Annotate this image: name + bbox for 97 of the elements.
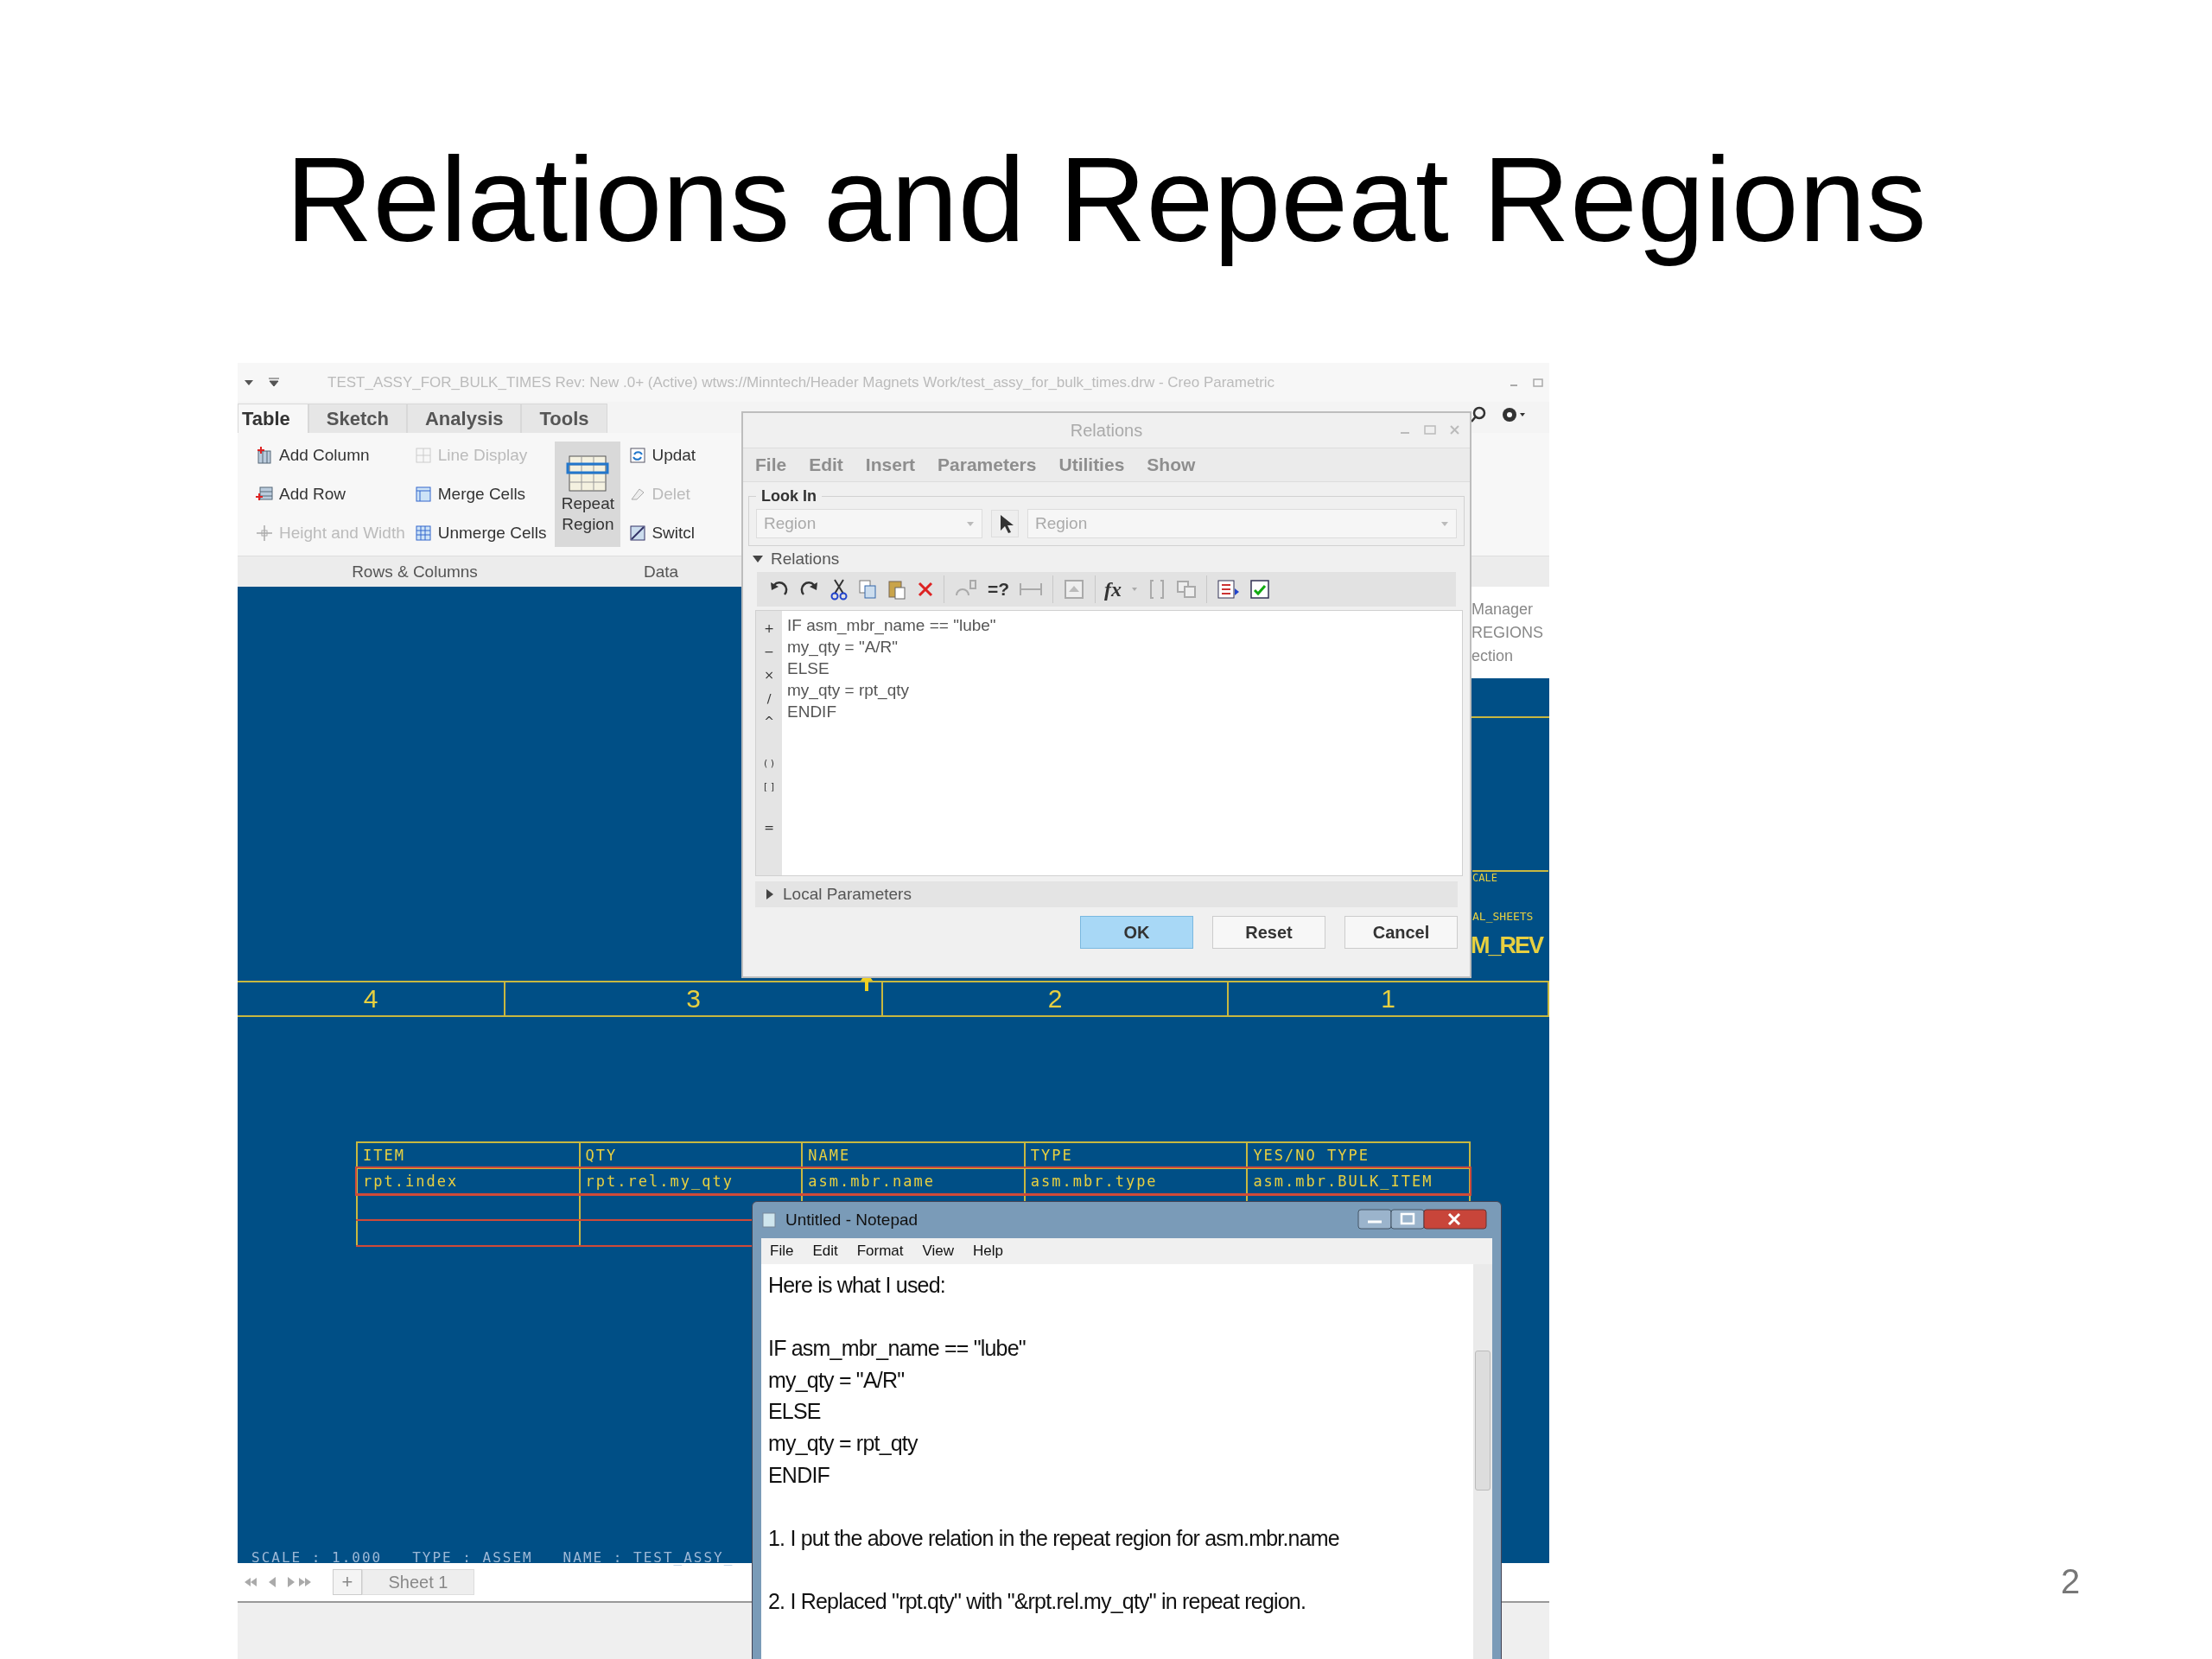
code-line: my_qty = rpt_qty	[787, 680, 910, 701]
switch-table-icon	[629, 524, 647, 542]
function-button[interactable]: fx	[1104, 577, 1122, 601]
ribbon-button[interactable]: Switcl	[629, 523, 704, 543]
operator-button[interactable]: −	[759, 639, 779, 663]
search-icon[interactable]	[1470, 406, 1487, 423]
drawing-note: SCALE : 1.000 TYPE : ASSEM NAME : TEST_ASSY_	[251, 1551, 734, 1565]
delete-icon[interactable]	[916, 580, 935, 599]
group-label: Rows & Columns	[351, 562, 479, 582]
ok-button[interactable]: OK	[1080, 916, 1193, 949]
section-header[interactable]: Local Parameters	[755, 881, 1458, 907]
dropdown-icon[interactable]	[243, 378, 255, 387]
zone-number: 2	[883, 982, 1229, 1015]
zone-number: 4	[238, 982, 505, 1015]
code-line: IF asm_mbr_name == "lube"	[787, 615, 997, 636]
text-line: Here is what I used:	[768, 1272, 946, 1299]
triangle-icon	[752, 554, 764, 564]
ribbon-tab[interactable]: Sketch	[308, 404, 407, 433]
group-label: Look In	[760, 487, 817, 505]
menu-item[interactable]: File	[770, 1243, 794, 1260]
text-line: my_qty = "A/R"	[768, 1366, 906, 1394]
text-line: my_qty = rpt_qty	[768, 1429, 919, 1457]
ribbon-tab[interactable]: Tools	[521, 404, 607, 433]
caret-icon	[966, 520, 975, 527]
table-icon	[413, 523, 433, 543]
ribbon-button[interactable]: Unmerge Cells	[413, 523, 547, 543]
paste-icon[interactable]	[887, 578, 907, 601]
window-title: Untitled - Notepad	[785, 1211, 919, 1230]
code-line: ENDIF	[787, 702, 837, 722]
zone-number: 1	[1229, 982, 1549, 1015]
window-title: TEST_ASSY_FOR_BULK_TIMES Rev: New .0+ (Active) wtws://Minntech/Header Magnets Work/test_assy_for_bulk_times.drw - Creo Parametric	[327, 373, 1276, 391]
ribbon-button[interactable]: Merge Cells	[413, 485, 547, 504]
text-line: IF asm_mbr_name == "lube"	[768, 1335, 1027, 1363]
caret-icon	[1440, 520, 1449, 527]
ribbon-button[interactable]: Updat	[629, 446, 704, 466]
text-line: 2. I Replaced "rpt.qty" with "&rpt.rel.my_qty" in repeat region.	[768, 1587, 1307, 1615]
text-line: ELSE	[768, 1398, 822, 1426]
scrollbar[interactable]	[1473, 1264, 1492, 1659]
title-block-text: AL_SHEETS	[1472, 910, 1534, 923]
operator-button[interactable]: =	[759, 816, 779, 839]
pointer-icon[interactable]	[991, 510, 1019, 537]
section-header[interactable]: Relations	[743, 546, 1470, 572]
menu-item[interactable]: View	[922, 1243, 955, 1260]
customize-icon[interactable]	[267, 377, 281, 388]
operator-button[interactable]: [ ]	[759, 775, 779, 798]
reset-button[interactable]: Reset	[1212, 916, 1325, 949]
slide-title: Relations and Repeat Regions	[284, 130, 1928, 269]
checklist-icon[interactable]	[1249, 578, 1272, 601]
ribbon-tab[interactable]: Analysis	[407, 404, 522, 433]
table-header: QTY	[579, 1142, 803, 1168]
table-cell: asm.mbr.BULK_ITEM	[1247, 1168, 1470, 1194]
table-header: NAME	[802, 1142, 1025, 1168]
menu-item[interactable]: Format	[856, 1243, 904, 1260]
operator-button[interactable]: +	[759, 616, 779, 639]
code-line: my_qty = "A/R"	[787, 637, 899, 658]
code-line: ELSE	[787, 658, 830, 679]
table-header: ITEM	[357, 1142, 580, 1168]
menu-item[interactable]: Help	[973, 1243, 1004, 1260]
dialog-title: Relations	[1070, 420, 1143, 441]
notepad-icon	[761, 1211, 777, 1229]
table-cell: asm.mbr.name	[802, 1168, 1025, 1194]
grid-icon	[413, 446, 433, 466]
operator-button[interactable]: ^	[759, 709, 779, 733]
list-icon[interactable]	[1216, 578, 1241, 601]
add-column-icon	[255, 446, 274, 466]
panel-text: REGIONS	[1471, 623, 1544, 642]
table-cell: rpt.rel.my_qty	[579, 1168, 803, 1194]
group-label: Data	[642, 562, 680, 582]
menu-item[interactable]: Edit	[812, 1243, 838, 1260]
resize-icon	[255, 523, 274, 543]
table-header: YES/NO TYPE	[1247, 1142, 1470, 1168]
table-icon	[566, 454, 610, 493]
refresh-table-icon	[629, 447, 647, 465]
operator-button[interactable]: /	[759, 686, 779, 709]
copy-icon[interactable]	[1175, 578, 1198, 601]
ribbon-tab[interactable]: Table	[238, 404, 308, 433]
ribbon-button[interactable]: Add Row	[255, 485, 405, 504]
text-line: ENDIF	[768, 1461, 830, 1489]
text-line: 1. I put the above relation in the repeat region for asm.mbr.name	[768, 1524, 1340, 1552]
operator-button[interactable]: ×	[759, 663, 779, 686]
merge-cells-icon	[413, 485, 433, 504]
repeat-region-button[interactable]: Repeat Region	[555, 442, 621, 547]
table-header: TYPE	[1024, 1142, 1248, 1168]
operator-button[interactable]: ( )	[759, 752, 779, 775]
cut-icon[interactable]	[830, 578, 849, 601]
evaluate-button[interactable]: =?	[988, 579, 1010, 600]
panel-text: ection	[1471, 646, 1515, 665]
page-number: 2	[2061, 1562, 2081, 1601]
ribbon-button[interactable]: Add Column	[255, 446, 405, 466]
table-cell: rpt.index	[357, 1168, 580, 1194]
title-block-text: M_REV	[1471, 932, 1543, 959]
cancel-button[interactable]: Cancel	[1344, 916, 1458, 949]
table-cell: asm.mbr.type	[1024, 1168, 1248, 1194]
panel-text: Manager	[1471, 600, 1535, 619]
relations-editor[interactable]: IF asm_mbr_name == "lube" my_qty = "A/R" ELSE my_qty = rpt_qty ENDIF	[782, 611, 1462, 875]
copy-icon[interactable]	[857, 578, 878, 601]
title-block-text: CALE	[1472, 870, 1548, 884]
